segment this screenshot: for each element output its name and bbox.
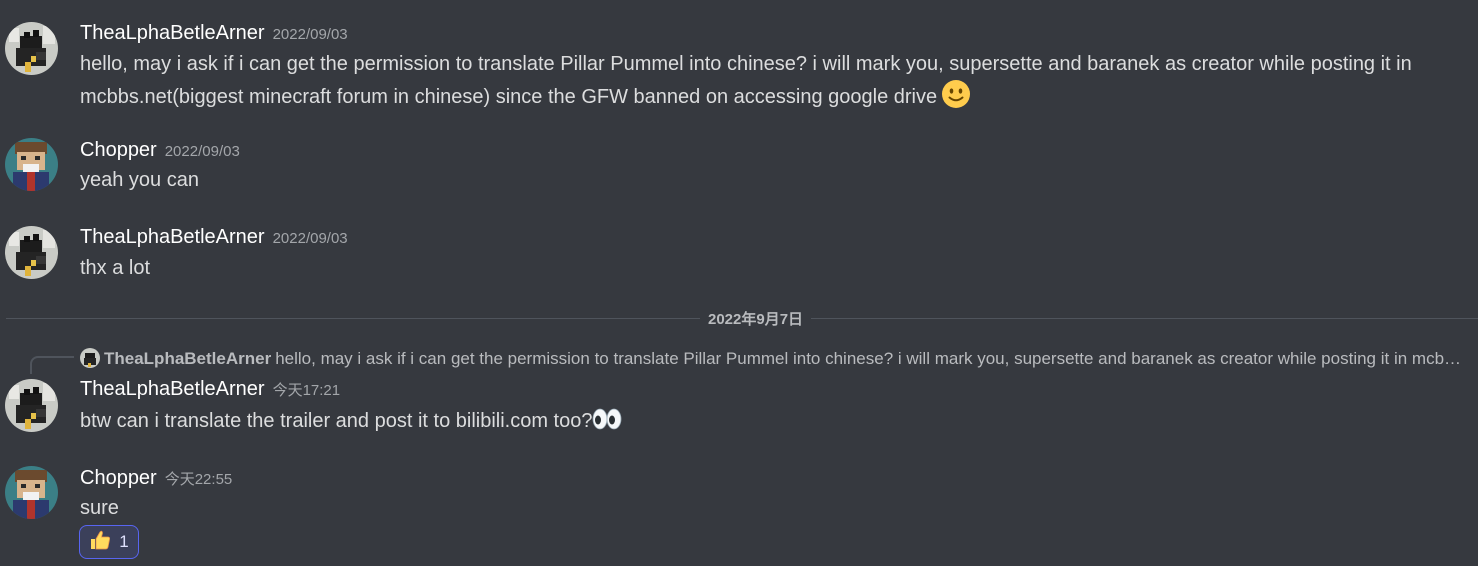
message-text: btw can i translate the trailer and post…: [80, 410, 593, 432]
username[interactable]: Chopper: [80, 467, 157, 489]
message-content: btw can i translate the trailer and post…: [80, 406, 1438, 436]
username[interactable]: TheaLphaBetleArner: [80, 22, 265, 44]
username[interactable]: TheaLphaBetleArner: [80, 226, 265, 248]
message-header: Chopper 2022/09/03: [80, 139, 240, 162]
message-content: yeah you can: [80, 165, 1438, 195]
reply-avatar[interactable]: [80, 348, 100, 368]
message-text: yeah you can: [80, 169, 199, 191]
username[interactable]: TheaLphaBetleArner: [80, 378, 265, 400]
reply-author[interactable]: TheaLphaBetleArner: [104, 349, 271, 368]
timestamp[interactable]: 2022/09/03: [273, 230, 348, 247]
date-divider-label: 2022年9月7日: [700, 308, 812, 329]
message-header: Chopper 今天22:55: [80, 467, 232, 490]
username[interactable]: Chopper: [80, 139, 157, 161]
timestamp[interactable]: 2022/09/03: [165, 143, 240, 160]
avatar[interactable]: [5, 226, 58, 279]
message-header: TheaLphaBetleArner 2022/09/03: [80, 226, 348, 249]
reaction-count: 1: [119, 532, 129, 551]
message: TheaLphaBetleArner 2022/09/03 hello, may …: [0, 0, 1478, 120]
timestamp[interactable]: 今天22:55: [165, 471, 233, 488]
slightly-smiling-face-icon[interactable]: [941, 79, 971, 109]
reply-text[interactable]: hello, may i ask if i can get the permis…: [275, 349, 1464, 368]
message-content: hello, may i ask if i can get the permis…: [80, 49, 1438, 112]
reaction-button[interactable]: 1: [79, 525, 139, 559]
thumbs-up-icon: [89, 529, 111, 556]
message-header: TheaLphaBetleArner 今天17:21: [80, 378, 340, 401]
avatar[interactable]: [5, 138, 58, 191]
message-header: TheaLphaBetleArner 2022/09/03: [80, 22, 348, 45]
timestamp[interactable]: 2022/09/03: [273, 26, 348, 43]
reply-spine: [30, 356, 74, 374]
avatar[interactable]: [5, 22, 58, 75]
reply-preview[interactable]: TheaLphaBetleArner hello, may i ask if i …: [80, 347, 1464, 371]
message-text: hello, may i ask if i can get the permis…: [80, 53, 1412, 108]
eyes-icon[interactable]: [592, 407, 622, 431]
avatar[interactable]: [5, 466, 58, 519]
message-content: thx a lot: [80, 253, 1438, 283]
avatar[interactable]: [5, 379, 58, 432]
message-text: thx a lot: [80, 257, 151, 279]
message-text: sure: [80, 497, 119, 519]
message-content: sure: [80, 493, 1438, 523]
chat-message-list: TheaLphaBetleArner 2022/09/03 hello, may …: [0, 0, 1478, 566]
timestamp[interactable]: 今天17:21: [273, 382, 341, 399]
